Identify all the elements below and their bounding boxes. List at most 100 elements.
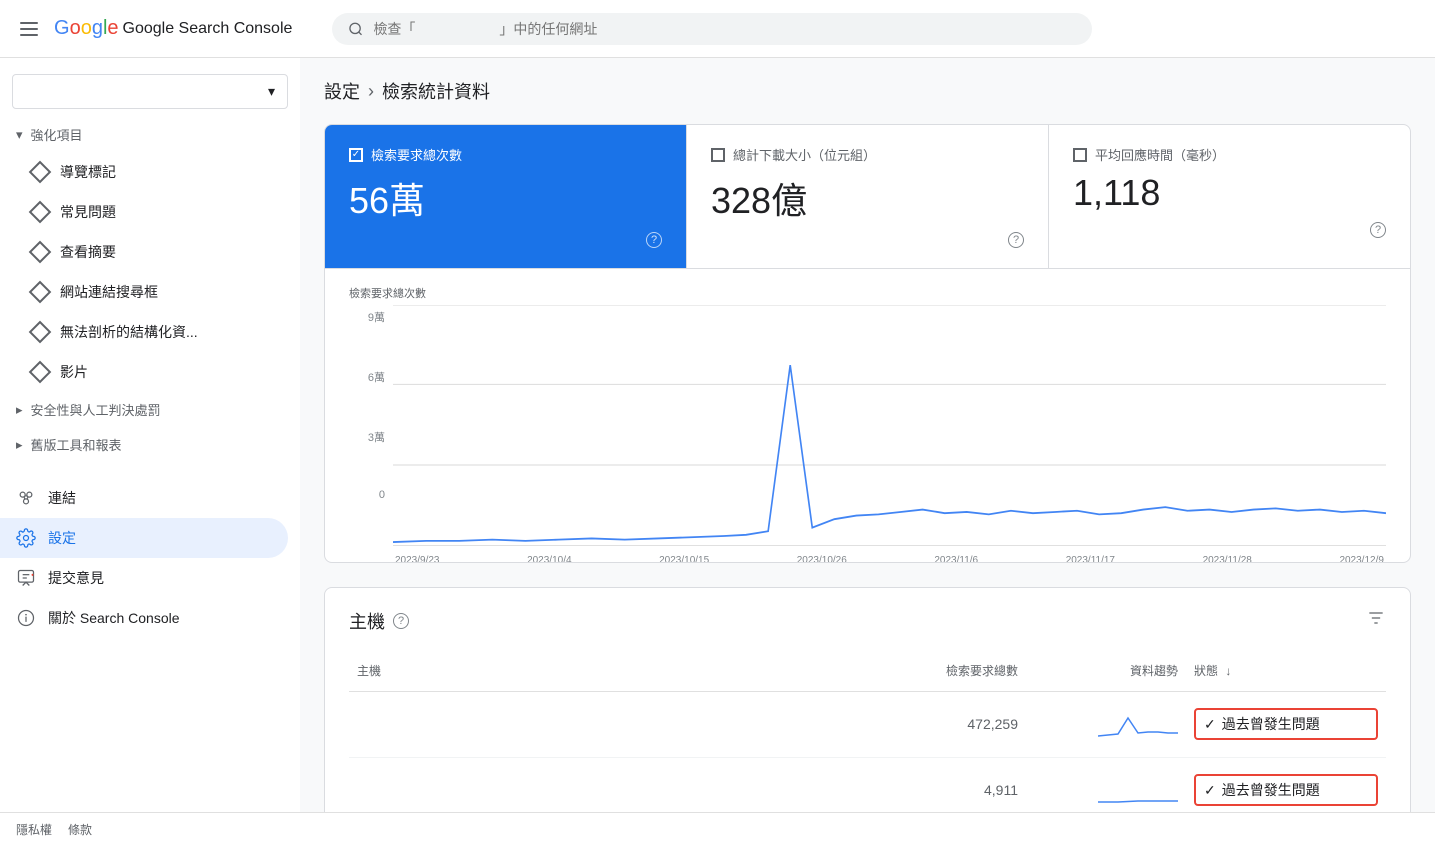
stats-container: 檢索要求總次數 56萬 ? 總計下載大小（位元組） 328億 ?	[324, 124, 1411, 563]
chevron-down-icon: ▾	[268, 83, 275, 100]
sidebar-item-label: 設定	[48, 528, 76, 548]
chart-y-axis: 9萬 6萬 3萬 0	[349, 305, 385, 505]
chart-y-label: 檢索要求總次數	[349, 285, 1386, 301]
links-icon	[16, 488, 36, 508]
sidebar-item-label: 無法剖析的結構化資...	[60, 322, 198, 342]
sidebar-item-label: 導覽標記	[60, 162, 116, 182]
app-title: Google Search Console	[123, 20, 293, 38]
sidebar-item-label: 提交意見	[48, 568, 104, 588]
sidebar-item-about[interactable]: 關於 Search Console	[0, 598, 288, 638]
cell-trend	[1026, 704, 1186, 745]
status-text: 過去曾發生問題	[1222, 714, 1320, 734]
sidebar: ▾ ▾ 強化項目 導覽標記 常見問題 查看摘要 網站連結搜尋框 無法剖析的結構化…	[0, 58, 300, 812]
sidebar-item-breadcrumb[interactable]: 導覽標記	[0, 152, 288, 192]
sidebar-item-label: 關於 Search Console	[48, 608, 180, 628]
diamond-icon	[29, 361, 52, 384]
app-logo: Google Google Search Console	[54, 17, 292, 40]
table-header-row: 主機 檢索要求總數 資料趨勢 狀態 ↓	[349, 650, 1386, 692]
sidebar-item-feedback[interactable]: 提交意見	[0, 558, 288, 598]
header-left: Google Google Search Console	[16, 17, 316, 40]
check-circle-icon: ✓	[1204, 782, 1216, 799]
stat-card-total-requests[interactable]: 檢索要求總次數 56萬 ?	[325, 125, 687, 268]
stat-value: 328億	[711, 172, 1024, 224]
y-mid2: 3萬	[368, 429, 385, 445]
arrow-down-icon: ▾	[16, 127, 23, 143]
status-text: 過去曾發生問題	[1222, 780, 1320, 800]
help-icon[interactable]: ?	[646, 232, 662, 248]
cell-status: ✓ 過去曾發生問題	[1186, 704, 1386, 744]
terms-link[interactable]: 條款	[68, 821, 92, 838]
stat-card-label: 平均回應時間（毫秒）	[1095, 145, 1225, 164]
sidebar-item-label: 網站連結搜尋框	[60, 282, 158, 302]
stat-card-label: 總計下載大小（位元組）	[733, 145, 876, 164]
x-label: 2023/12/9	[1339, 555, 1384, 563]
status-badge-past-issue: ✓ 過去曾發生問題	[1194, 708, 1378, 740]
sidebar-item-faq[interactable]: 常見問題	[0, 192, 288, 232]
sidebar-item-video[interactable]: 影片	[0, 352, 288, 392]
gear-icon	[16, 528, 36, 548]
cell-host	[349, 786, 866, 794]
col-trend: 資料趨勢	[1026, 658, 1186, 683]
stat-card-avg-response[interactable]: 平均回應時間（毫秒） 1,118 ?	[1049, 125, 1410, 268]
x-label: 2023/10/15	[659, 555, 709, 563]
help-icon[interactable]: ?	[393, 613, 409, 629]
property-dropdown[interactable]: ▾	[12, 74, 288, 109]
cell-status: ✓ 過去曾發生問題	[1186, 770, 1386, 810]
col-requests: 檢索要求總數	[866, 658, 1026, 683]
check-circle-icon: ✓	[1204, 716, 1216, 733]
stats-cards: 檢索要求總次數 56萬 ? 總計下載大小（位元組） 328億 ?	[325, 125, 1410, 269]
section-label: 舊版工具和報表	[31, 435, 122, 454]
col-host: 主機	[349, 658, 866, 683]
arrow-right-icon: ▸	[16, 437, 23, 453]
stat-value: 1,118	[1073, 172, 1386, 214]
sidebar-item-site-links[interactable]: 網站連結搜尋框	[0, 272, 288, 312]
status-badge-past-issue: ✓ 過去曾發生問題	[1194, 774, 1378, 806]
diamond-icon	[29, 161, 52, 184]
diamond-icon	[29, 281, 52, 304]
filter-icon[interactable]	[1366, 608, 1386, 633]
x-label: 2023/11/28	[1203, 555, 1252, 563]
x-label: 2023/10/26	[797, 555, 847, 563]
url-search-bar[interactable]	[332, 13, 1092, 45]
sidebar-item-links[interactable]: 連結	[0, 478, 288, 518]
sidebar-item-settings[interactable]: 設定	[0, 518, 288, 558]
feedback-icon	[16, 568, 36, 588]
sidebar-section-security[interactable]: ▸ 安全性與人工判決處罰	[0, 392, 300, 427]
diamond-icon	[29, 201, 52, 224]
host-table-container: 主機 ? 主機 檢索要求總數 資料趨勢 狀態 ↓	[324, 587, 1411, 812]
x-label: 2023/11/6	[934, 555, 978, 563]
cell-requests: 472,259	[866, 712, 1026, 736]
sparkline-chart	[1098, 708, 1178, 738]
x-label: 2023/10/4	[527, 555, 572, 563]
y-mid1: 6萬	[368, 369, 385, 385]
breadcrumb-current: 檢索統計資料	[382, 78, 490, 104]
url-search-input[interactable]	[373, 21, 1076, 37]
sidebar-item-label: 查看摘要	[60, 242, 116, 262]
table-row: 472,259 ✓ 過去曾發生問題	[349, 692, 1386, 758]
diamond-icon	[29, 241, 52, 264]
breadcrumb-separator: ›	[368, 81, 374, 102]
host-table-header: 主機 ?	[349, 608, 1386, 634]
table-row: 4,911 ✓ 過去曾發生問題	[349, 758, 1386, 812]
privacy-link[interactable]: 隱私權	[16, 821, 52, 838]
stat-card-label: 檢索要求總次數	[371, 145, 462, 164]
sort-icon[interactable]: ↓	[1225, 664, 1231, 678]
sidebar-section-enhancements[interactable]: ▾ 強化項目	[0, 117, 300, 152]
info-icon	[16, 608, 36, 628]
x-label: 2023/11/17	[1066, 555, 1115, 563]
chart-area: 檢索要求總次數 9萬 6萬 3萬 0	[325, 269, 1410, 562]
hamburger-menu-button[interactable]	[16, 18, 42, 40]
sidebar-item-structured[interactable]: 無法剖析的結構化資...	[0, 312, 288, 352]
help-icon[interactable]: ?	[1008, 232, 1024, 248]
stat-card-total-download[interactable]: 總計下載大小（位元組） 328億 ?	[687, 125, 1049, 268]
sidebar-item-summary[interactable]: 查看摘要	[0, 232, 288, 272]
app-header: Google Google Search Console	[0, 0, 1435, 58]
sidebar-item-label: 影片	[60, 362, 88, 382]
sparkline-chart	[1098, 774, 1178, 804]
checkbox-checked-icon	[349, 148, 363, 162]
checkbox-unchecked-icon	[711, 148, 725, 162]
sidebar-section-legacy[interactable]: ▸ 舊版工具和報表	[0, 427, 300, 462]
breadcrumb-parent: 設定	[324, 78, 360, 104]
help-icon[interactable]: ?	[1370, 222, 1386, 238]
diamond-icon	[29, 321, 52, 344]
